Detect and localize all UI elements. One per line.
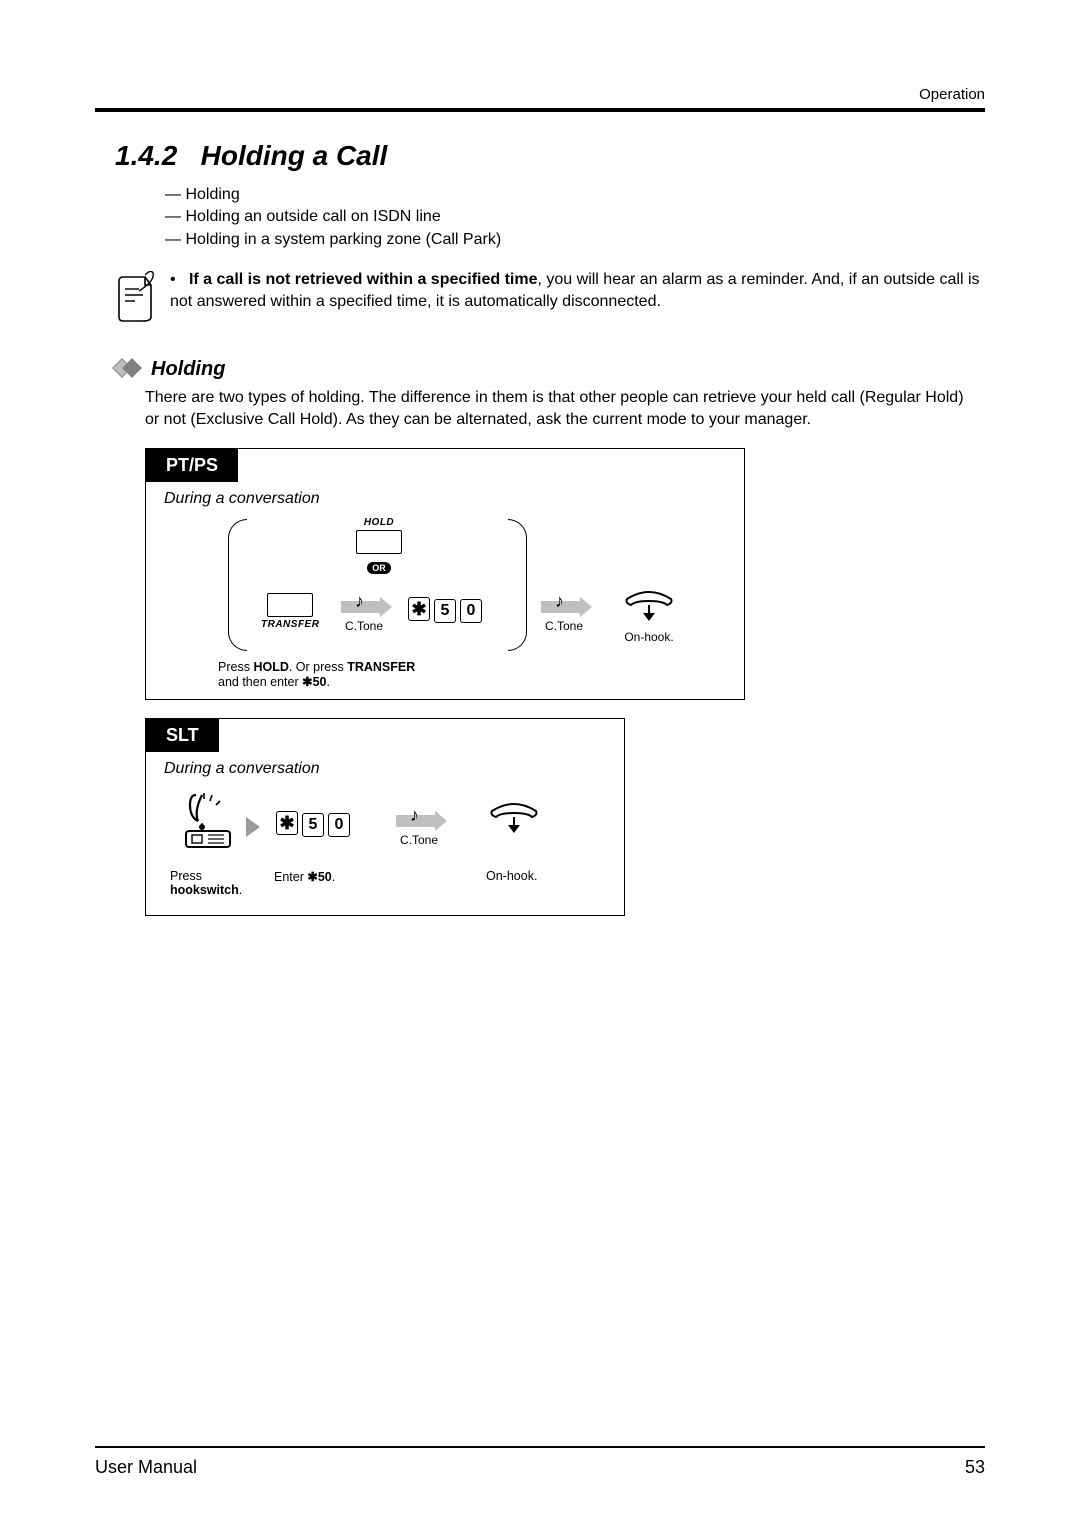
context-line: During a conversation: [164, 760, 624, 778]
brace-left: [228, 519, 247, 651]
diamond-icon: [115, 361, 143, 379]
transfer-label: TRANSFER: [261, 619, 319, 630]
arrow-icon: [246, 817, 260, 837]
subheading-row: Holding: [115, 358, 985, 381]
section-title: 1.4.2 Holding a Call: [115, 140, 985, 172]
sub-toc: — Holding — Holding an outside call on I…: [165, 184, 985, 251]
hold-label: HOLD: [356, 517, 402, 528]
toc-item: — Holding an outside call on ISDN line: [165, 206, 985, 228]
key-star: ✱: [276, 811, 298, 835]
key-0: 0: [328, 813, 350, 837]
ctone-icon: ♪: [396, 809, 442, 833]
ctone-label: C.Tone: [541, 619, 587, 633]
ctone-icon: ♪: [341, 595, 387, 619]
manual-page: Operation 1.4.2 Holding a Call — Holding…: [0, 0, 1080, 1528]
note-block: • If a call is not retrieved within a sp…: [115, 269, 985, 328]
section-number: 1.4.2: [115, 140, 177, 171]
hold-button-icon: [356, 530, 402, 554]
key-star: ✱: [408, 597, 430, 621]
onhook-icon: [621, 589, 677, 623]
transfer-button-icon: [267, 593, 313, 617]
brace-right: [508, 519, 527, 651]
note-icon: [115, 269, 170, 328]
subheading: Holding: [151, 358, 225, 381]
header-category: Operation: [919, 86, 985, 103]
procedure-tab-ptps: PT/PS: [146, 449, 238, 482]
or-pill: OR: [367, 562, 391, 574]
ctone-label: C.Tone: [396, 833, 442, 847]
slt-caption-onhook: On-hook.: [486, 869, 537, 883]
subheading-paragraph: There are two types of holding. The diff…: [145, 387, 975, 430]
slt-caption-enter: Enter ✱50.: [274, 869, 335, 884]
footer-page-number: 53: [965, 1457, 985, 1478]
context-line: During a conversation: [164, 490, 744, 508]
footer-rule: [95, 1446, 985, 1448]
slt-caption-press: Presshookswitch.: [170, 869, 242, 897]
key-5: 5: [434, 599, 456, 623]
ctone-icon: ♪: [541, 595, 587, 619]
note-text: • If a call is not retrieved within a sp…: [170, 269, 985, 328]
toc-item: — Holding in a system parking zone (Call…: [165, 229, 985, 251]
onhook-icon: [486, 801, 542, 835]
key-5: 5: [302, 813, 324, 837]
bullet: •: [170, 271, 176, 288]
key-0: 0: [460, 599, 482, 623]
note-lead: If a call is not retrieved within a spec…: [189, 271, 538, 288]
hookswitch-icon: [180, 791, 236, 851]
onhook-label: On-hook.: [621, 630, 677, 644]
procedure-box-slt: SLT During a conversation ✱50: [145, 718, 625, 916]
section-name: Holding a Call: [201, 140, 388, 171]
toc-item: — Holding: [165, 184, 985, 206]
ctone-label: C.Tone: [341, 619, 387, 633]
procedure-box-ptps: PT/PS During a conversation HOLD OR TRAN…: [145, 448, 745, 700]
ptps-caption: Press HOLD. Or press TRANSFER and then e…: [218, 660, 415, 689]
header-rule: [95, 108, 985, 112]
footer-title: User Manual: [95, 1457, 197, 1478]
procedure-tab-slt: SLT: [146, 719, 219, 752]
